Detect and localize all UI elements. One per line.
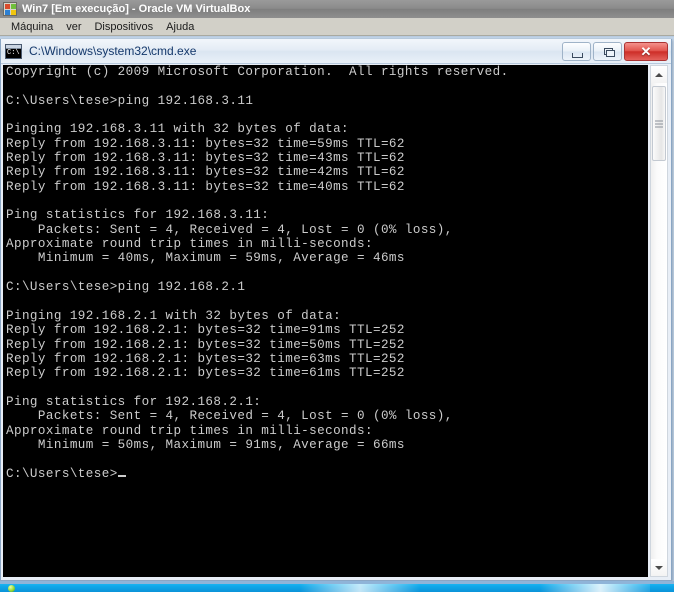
start-orb-icon[interactable]	[8, 585, 15, 592]
vbox-title-text: Win7 [Em execução] - Oracle VM VirtualBo…	[22, 3, 251, 15]
menu-item-ajuda[interactable]: Ajuda	[161, 20, 202, 34]
windows-logo-icon	[3, 2, 17, 16]
virtualbox-vm-window: Win7 [Em execução] - Oracle VM VirtualBo…	[0, 0, 674, 592]
guest-taskbar[interactable]	[0, 584, 674, 592]
cmd-window: C:\ C:\Windows\system32\cmd.exe ✕ Copyri…	[0, 39, 672, 581]
vbox-titlebar: Win7 [Em execução] - Oracle VM VirtualBo…	[0, 0, 674, 18]
menu-item-maquina[interactable]: Máquina	[6, 20, 61, 34]
cmd-titlebar[interactable]: C:\ C:\Windows\system32\cmd.exe ✕	[1, 39, 671, 64]
cmd-title-text: C:\Windows\system32\cmd.exe	[29, 44, 197, 58]
scroll-up-button[interactable]	[651, 66, 667, 83]
window-controls: ✕	[562, 42, 668, 61]
vbox-menubar: Máquina ver Dispositivos Ajuda	[0, 18, 674, 36]
minimize-button[interactable]	[562, 42, 591, 61]
console-cursor	[117, 474, 126, 477]
scrollbar-grip-icon	[655, 118, 663, 129]
console-text: Copyright (c) 2009 Microsoft Corporation…	[6, 65, 509, 481]
menu-item-dispositivos[interactable]: Dispositivos	[89, 20, 161, 34]
scroll-down-icon	[655, 565, 663, 570]
scroll-up-icon	[655, 72, 663, 77]
cmd-prompt-icon: C:\	[5, 43, 22, 59]
minimize-icon	[572, 53, 583, 58]
restore-button[interactable]	[593, 42, 622, 61]
console-scrollbar[interactable]	[650, 65, 668, 577]
menu-item-ver[interactable]: ver	[61, 20, 89, 34]
close-icon: ✕	[640, 43, 652, 59]
cmd-icon-text: C:\	[6, 48, 21, 58]
console-output-area[interactable]: Copyright (c) 2009 Microsoft Corporation…	[3, 65, 648, 577]
scroll-down-button[interactable]	[651, 559, 667, 576]
close-button[interactable]: ✕	[624, 42, 668, 61]
scrollbar-thumb[interactable]	[652, 86, 666, 161]
guest-screen: C:\ C:\Windows\system32\cmd.exe ✕ Copyri…	[0, 37, 674, 592]
